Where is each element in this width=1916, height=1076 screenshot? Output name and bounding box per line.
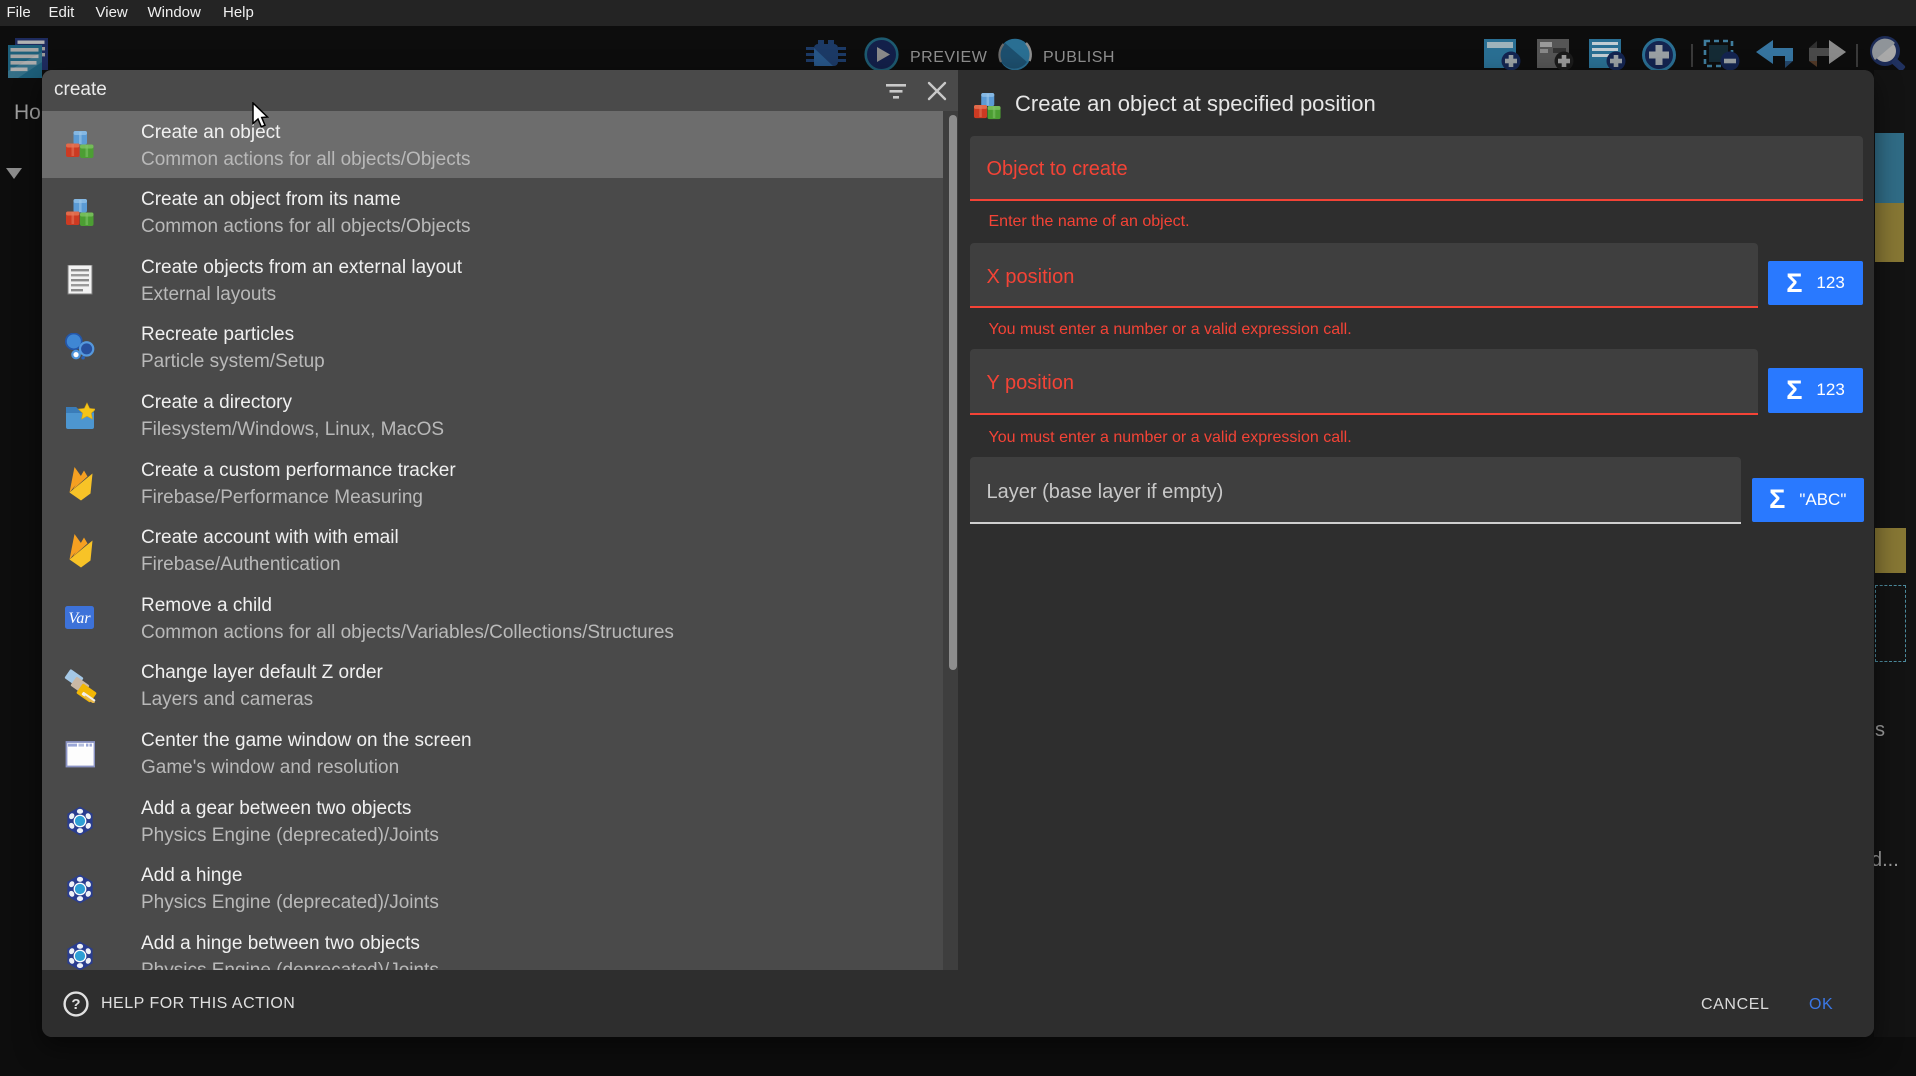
svg-text:?: ? (71, 996, 80, 1013)
